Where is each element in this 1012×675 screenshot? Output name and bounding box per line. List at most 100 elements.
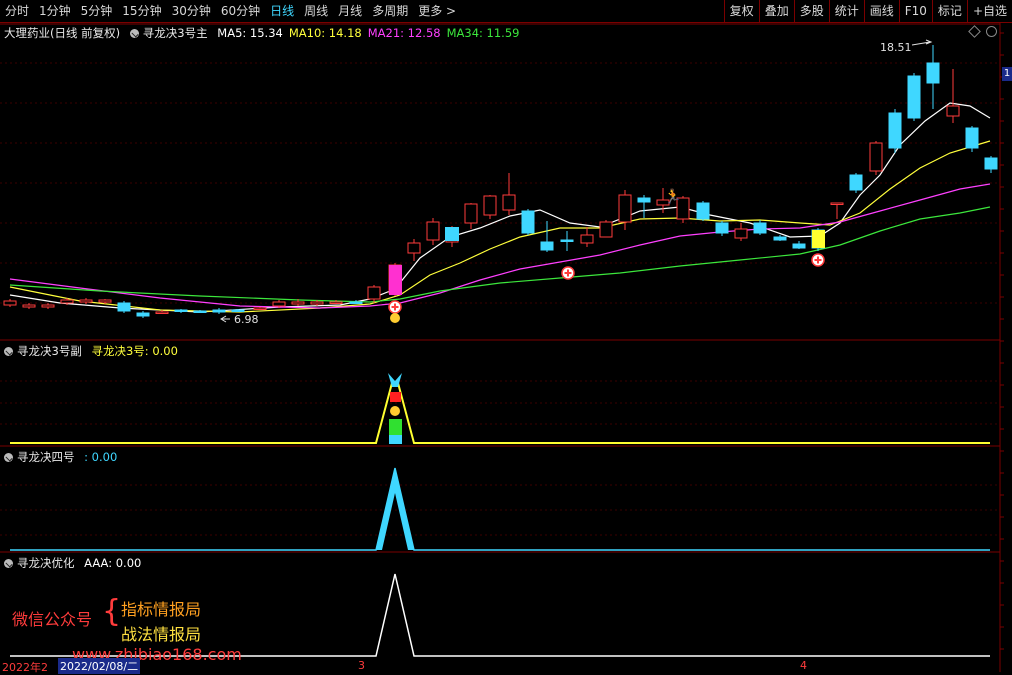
signal-candle-magenta bbox=[389, 265, 402, 295]
candle-body bbox=[580, 234, 594, 244]
signal-candle-yellow bbox=[812, 230, 825, 248]
candle-body bbox=[965, 127, 979, 149]
candle-body bbox=[753, 222, 767, 234]
candle-body bbox=[60, 299, 74, 304]
sub1-value: 寻龙决3号: 0.00 bbox=[91, 344, 178, 358]
ma-label-0: MA5: 15.34 bbox=[217, 26, 283, 40]
candle-0 bbox=[3, 299, 17, 307]
candle-body bbox=[984, 157, 998, 170]
candle-body bbox=[272, 301, 286, 307]
buy-signal-icon bbox=[811, 253, 825, 267]
period-tabs: 分时 1分钟 5分钟 15分钟 30分钟 60分钟 日线 周线 月线 多周期 更多 > bbox=[0, 0, 461, 22]
candle-51 bbox=[984, 156, 998, 173]
candle-body bbox=[98, 299, 112, 303]
checkmark-icon bbox=[4, 347, 13, 356]
ma-label-1: MA10: 14.18 bbox=[288, 26, 362, 40]
toolbar-button-0[interactable]: 复权 bbox=[723, 0, 759, 22]
candle-body bbox=[734, 228, 748, 239]
tab-0[interactable]: 分时 bbox=[0, 0, 34, 22]
tab-6[interactable]: 日线 bbox=[265, 0, 299, 22]
buy-signal-icon bbox=[388, 300, 402, 314]
sub1-red-bar bbox=[390, 392, 401, 402]
toolbar-button-5[interactable]: F10 bbox=[898, 0, 932, 22]
toolbar-button-4[interactable]: 画线 bbox=[863, 0, 899, 22]
candle-body bbox=[560, 239, 574, 242]
high-price-label: 18.51 bbox=[880, 41, 912, 54]
sub3-selector[interactable]: 寻龙决优化 bbox=[4, 556, 75, 570]
checkmark-icon bbox=[4, 453, 13, 462]
x-axis-start: 2022年2 bbox=[2, 661, 48, 674]
toolbar-button-1[interactable]: 叠加 bbox=[758, 0, 794, 22]
candle-28 bbox=[540, 221, 554, 252]
sub1-coin-icon bbox=[390, 406, 400, 416]
candle-body bbox=[79, 299, 93, 303]
low-price-label: 6.98 bbox=[234, 313, 259, 326]
candle-body bbox=[888, 112, 902, 149]
tab-3[interactable]: 15分钟 bbox=[117, 0, 166, 22]
candle-50 bbox=[965, 126, 979, 152]
candle-body bbox=[773, 236, 787, 241]
sub1-cyan-bar bbox=[389, 435, 402, 444]
candle-19 bbox=[367, 285, 381, 303]
circle-icon[interactable] bbox=[986, 26, 997, 37]
candle-body bbox=[540, 241, 554, 251]
tab-4[interactable]: 30分钟 bbox=[167, 0, 216, 22]
checkmark-icon bbox=[129, 29, 139, 38]
sub1-arrow-icon bbox=[388, 373, 402, 387]
candle-body bbox=[407, 242, 421, 254]
candle-2 bbox=[41, 303, 55, 309]
candle-body bbox=[792, 243, 806, 249]
tab-2[interactable]: 5分钟 bbox=[76, 0, 118, 22]
ma-label-3: MA34: 11.59 bbox=[446, 26, 520, 40]
candle-body bbox=[946, 105, 960, 117]
sub2-line bbox=[10, 467, 990, 551]
candle-44 bbox=[849, 173, 863, 193]
candle-38 bbox=[734, 223, 748, 241]
candle-body bbox=[367, 286, 381, 300]
sub1-green-bar bbox=[389, 419, 402, 435]
indicator-selector[interactable]: 寻龙决3号主 bbox=[129, 26, 208, 40]
candle-body bbox=[329, 301, 343, 304]
toolbar-button-7[interactable]: +自选 bbox=[966, 0, 1012, 22]
candle-36 bbox=[696, 201, 710, 221]
candle-45 bbox=[869, 141, 883, 175]
ma-label-2: MA21: 12.58 bbox=[367, 26, 441, 40]
tab-7[interactable]: 周线 bbox=[299, 0, 333, 22]
sub2-peak bbox=[376, 468, 414, 550]
tab-5[interactable]: 60分钟 bbox=[216, 0, 265, 22]
candle-body bbox=[212, 309, 226, 313]
tab-9[interactable]: 多周期 bbox=[367, 0, 413, 22]
ma10-line bbox=[9, 140, 991, 313]
candle-body bbox=[3, 300, 17, 306]
candle-9 bbox=[174, 309, 188, 313]
sub2-value: : 0.00 bbox=[84, 450, 118, 464]
watermark-left: 微信公众号 bbox=[12, 610, 93, 629]
candle-7 bbox=[136, 311, 150, 318]
candle-body bbox=[521, 210, 535, 234]
candle-40 bbox=[773, 235, 787, 241]
sub2-selector[interactable]: 寻龙决四号 bbox=[4, 450, 75, 464]
candle-body bbox=[136, 312, 150, 317]
candlesticks[interactable] bbox=[3, 45, 998, 318]
tab-1[interactable]: 1分钟 bbox=[34, 0, 76, 22]
candle-body bbox=[696, 202, 710, 220]
candle-body bbox=[618, 194, 632, 223]
sub1-selector[interactable]: 寻龙决3号副 bbox=[4, 344, 82, 358]
candle-body bbox=[117, 302, 131, 312]
candle-body bbox=[464, 203, 478, 224]
candle-body bbox=[291, 301, 305, 305]
candle-11 bbox=[212, 308, 226, 314]
price-axis-tag: 1 bbox=[1002, 67, 1012, 81]
toolbar-button-3[interactable]: 统计 bbox=[828, 0, 864, 22]
toolbar-button-2[interactable]: 多股 bbox=[793, 0, 829, 22]
candle-21 bbox=[407, 239, 421, 261]
tab-8[interactable]: 月线 bbox=[333, 0, 367, 22]
candle-29 bbox=[560, 231, 574, 251]
sub3-title: 寻龙决优化 AAA: 0.00 bbox=[4, 555, 147, 571]
main-panel-title: 大理药业(日线 前复权) 寻龙决3号主 MA5: 15.34 MA10: 14.1… bbox=[4, 25, 531, 41]
toolbar-button-6[interactable]: 标记 bbox=[931, 0, 967, 22]
tab-10[interactable]: 更多 > bbox=[413, 0, 461, 22]
candle-body bbox=[849, 174, 863, 191]
watermark-brace: { bbox=[102, 594, 122, 629]
toolbar-right-buttons: 复权 叠加 多股 统计 画线 F10 标记 +自选 bbox=[723, 0, 1012, 22]
